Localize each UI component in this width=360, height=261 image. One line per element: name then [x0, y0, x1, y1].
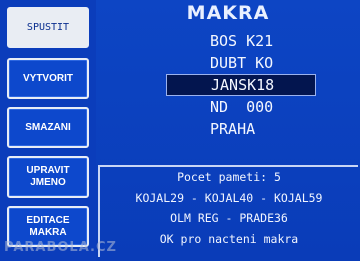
- upravit-jmeno-button[interactable]: UPRAVIT JMENO: [7, 156, 89, 198]
- info-panel: Pocet pameti: 5 KOJAL29 - KOJAL40 - KOJA…: [98, 165, 358, 257]
- watermark: PARABOLA.CZ: [4, 240, 117, 255]
- macro-item-selected[interactable]: JANSK18: [166, 74, 316, 96]
- macro-item[interactable]: BOS K21: [166, 30, 316, 52]
- ok-hint-text: OK pro nacteni makra: [159, 231, 299, 246]
- macro-item[interactable]: PRAHA: [166, 118, 316, 140]
- vytvorit-button[interactable]: VYTVORIT: [7, 58, 89, 99]
- sidebar: SPUSTIT VYTVORIT SMAZANI UPRAVIT JMENO E…: [0, 0, 96, 261]
- page-title: MAKRA: [186, 2, 270, 24]
- macro-item[interactable]: DUBT KO: [166, 52, 316, 74]
- macro-list: BOS K21 DUBT KO JANSK18 ND 000 PRAHA: [166, 30, 316, 140]
- tv-menu-screen: SPUSTIT VYTVORIT SMAZANI UPRAVIT JMENO E…: [0, 0, 360, 261]
- info-line: OLM REG - PRADE36: [170, 211, 288, 225]
- macro-item[interactable]: ND 000: [166, 96, 316, 118]
- memory-count-text: Pocet pameti: 5: [177, 170, 281, 184]
- info-line: KOJAL29 - KOJAL40 - KOJAL59: [135, 190, 323, 205]
- smazani-button[interactable]: SMAZANI: [7, 107, 89, 148]
- spustit-button[interactable]: SPUSTIT: [7, 7, 89, 48]
